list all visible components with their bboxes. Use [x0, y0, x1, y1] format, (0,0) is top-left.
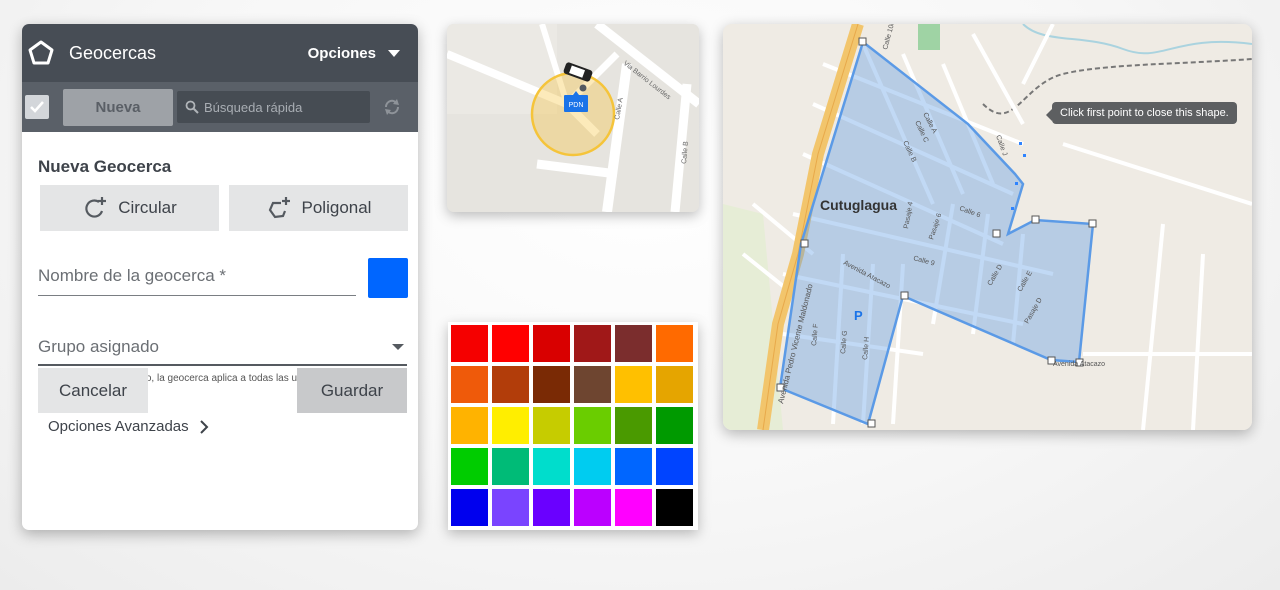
quick-search [177, 91, 370, 123]
color-swatch-option[interactable] [656, 325, 693, 362]
form-title: Nueva Geocerca [38, 157, 172, 176]
color-swatch-option[interactable] [533, 366, 570, 403]
geofence-panel: Geocercas Opciones Nueva Nueva Geocerca … [22, 24, 418, 530]
color-swatch-option[interactable] [656, 366, 693, 403]
color-swatch-option[interactable] [615, 489, 652, 526]
color-swatch-option[interactable] [656, 489, 693, 526]
circle-geofence-map[interactable]: PDN Via Barrio Lourdes Calle A Calle B [447, 24, 699, 212]
panel-header: Geocercas Opciones [22, 24, 418, 82]
color-swatch-option[interactable] [533, 407, 570, 444]
refresh-icon[interactable] [382, 97, 402, 117]
color-swatch-option[interactable] [451, 366, 488, 403]
color-swatch-option[interactable] [574, 366, 611, 403]
circular-label: Circular [118, 198, 177, 217]
add-circle-icon [85, 197, 107, 218]
street-label: Avenida Atacazo [1053, 361, 1105, 368]
color-swatch-option[interactable] [574, 407, 611, 444]
search-input[interactable] [204, 99, 364, 115]
color-swatch-option[interactable] [492, 366, 529, 403]
color-swatch-option[interactable] [656, 448, 693, 485]
color-swatch-option[interactable] [492, 489, 529, 526]
color-swatch-option[interactable] [451, 489, 488, 526]
color-swatch-option[interactable] [451, 448, 488, 485]
color-swatch-option[interactable] [574, 448, 611, 485]
color-swatch-option[interactable] [615, 448, 652, 485]
color-swatch-option[interactable] [615, 325, 652, 362]
check-icon [30, 101, 44, 113]
save-button[interactable]: Guardar [297, 368, 407, 413]
form-actions: Cancelar Guardar [38, 368, 407, 413]
name-row [38, 258, 408, 298]
town-label: Cutuglagua [820, 197, 897, 213]
advanced-options-link[interactable]: Opciones Avanzadas [48, 418, 408, 435]
color-swatch-option[interactable] [451, 325, 488, 362]
color-swatch-option[interactable] [574, 489, 611, 526]
parking-label: P [854, 308, 863, 323]
geofence-name-field [38, 259, 357, 296]
options-menu-button[interactable]: Opciones [308, 45, 400, 62]
options-label: Opciones [307, 44, 376, 62]
group-select[interactable]: Grupo asignado [38, 329, 407, 366]
geofence-type-selector: Circular Poligonal [40, 185, 408, 231]
color-swatch-option[interactable] [492, 448, 529, 485]
vehicle-marker-label: PDN [569, 102, 584, 109]
color-picker-swatch[interactable] [368, 258, 408, 298]
pentagon-logo-icon [26, 38, 56, 68]
polygon-label: Poligonal [301, 198, 372, 217]
color-swatch-option[interactable] [492, 325, 529, 362]
color-swatch-option[interactable] [533, 448, 570, 485]
group-placeholder: Grupo asignado [38, 336, 159, 356]
color-swatch-option[interactable] [615, 407, 652, 444]
chevron-right-icon [199, 419, 209, 434]
color-swatch-option[interactable] [656, 407, 693, 444]
close-shape-tooltip: Click first point to close this shape. [1046, 102, 1237, 124]
polygon-geofence-map[interactable]: Cutuglagua Avenida Pedro Vicente Maldona… [723, 24, 1252, 430]
add-polygon-icon [268, 197, 290, 219]
panel-toolbar: Nueva [22, 82, 418, 132]
color-swatch-option[interactable] [574, 325, 611, 362]
select-all-checkbox[interactable] [25, 95, 49, 119]
color-palette [448, 322, 698, 530]
new-geofence-button[interactable]: Nueva [63, 88, 173, 126]
cancel-button[interactable]: Cancelar [38, 368, 148, 413]
geofence-name-input[interactable] [38, 259, 357, 293]
color-swatch-option[interactable] [533, 325, 570, 362]
panel-title: Geocercas [69, 42, 157, 63]
dropdown-arrow-icon [392, 343, 404, 350]
color-swatch-option[interactable] [615, 366, 652, 403]
color-swatch-option[interactable] [451, 407, 488, 444]
color-swatch-option[interactable] [533, 489, 570, 526]
color-swatch-option[interactable] [492, 407, 529, 444]
polygon-type-button[interactable]: Poligonal [229, 185, 408, 231]
advanced-options-label: Opciones Avanzadas [48, 418, 189, 435]
search-icon [185, 100, 199, 114]
chevron-down-icon [388, 49, 400, 57]
circular-type-button[interactable]: Circular [40, 185, 219, 231]
